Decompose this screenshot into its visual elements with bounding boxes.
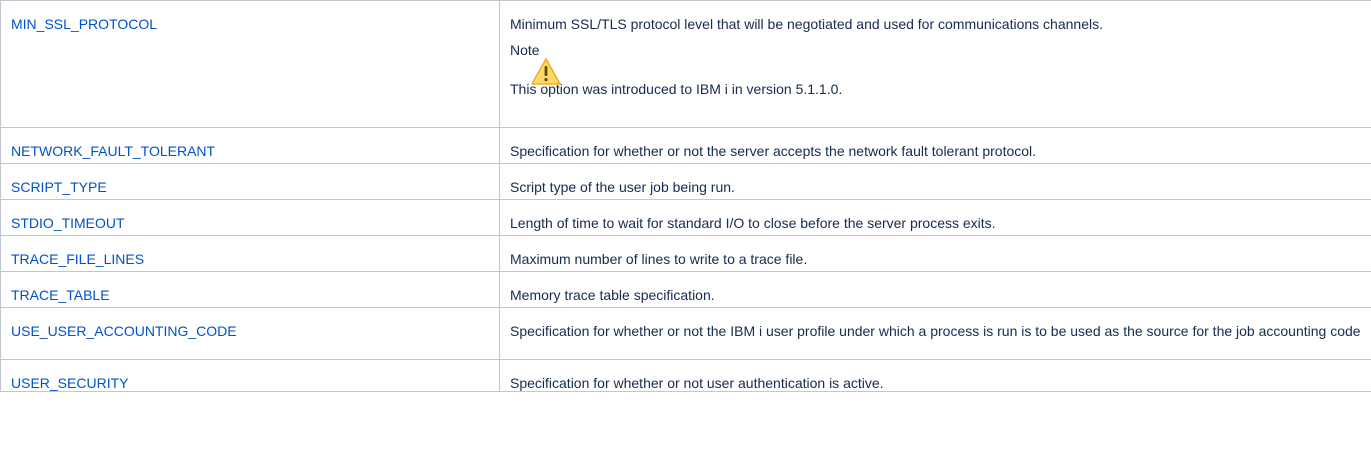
option-description: Specification for whether or not the ser…: [510, 143, 1037, 159]
option-link-network-fault-tolerant[interactable]: NETWORK_FAULT_TOLERANT: [11, 143, 215, 159]
table-row: SCRIPT_TYPE Script type of the user job …: [0, 163, 1371, 200]
option-name-cell: MIN_SSL_PROTOCOL: [0, 0, 500, 128]
option-description-cell: Specification for whether or not user au…: [499, 359, 1371, 392]
note-body: This option was introduced to IBM i in v…: [510, 81, 843, 97]
option-link-min-ssl-protocol[interactable]: MIN_SSL_PROTOCOL: [11, 16, 157, 32]
options-table: MIN_SSL_PROTOCOL Minimum SSL/TLS protoco…: [0, 0, 1371, 392]
option-description: Maximum number of lines to write to a tr…: [510, 251, 808, 267]
table-row: MIN_SSL_PROTOCOL Minimum SSL/TLS protoco…: [0, 0, 1371, 128]
option-description-cell: Specification for whether or not the ser…: [499, 127, 1371, 164]
option-name-cell: STDIO_TIMEOUT: [0, 199, 500, 236]
option-name-cell: TRACE_FILE_LINES: [0, 235, 500, 272]
note-title: Note: [510, 42, 540, 58]
option-name-cell: USER_SECURITY: [0, 359, 500, 392]
table-row: STDIO_TIMEOUT Length of time to wait for…: [0, 199, 1371, 236]
option-link-user-security[interactable]: USER_SECURITY: [11, 375, 128, 391]
table-row: USE_USER_ACCOUNTING_CODE Specification f…: [0, 307, 1371, 360]
option-name-cell: USE_USER_ACCOUNTING_CODE: [0, 307, 500, 360]
option-description-cell: Memory trace table specification.: [499, 271, 1371, 308]
note-panel: Note This option was introduced to IBM i…: [510, 42, 1370, 97]
option-link-script-type[interactable]: SCRIPT_TYPE: [11, 179, 107, 195]
option-description-cell: Script type of the user job being run.: [499, 163, 1371, 200]
option-description-cell: Specification for whether or not the IBM…: [499, 307, 1371, 360]
option-description: Specification for whether or not the IBM…: [510, 323, 1361, 339]
option-description: Script type of the user job being run.: [510, 179, 735, 195]
table-row: USER_SECURITY Specification for whether …: [0, 359, 1371, 392]
option-name-cell: NETWORK_FAULT_TOLERANT: [0, 127, 500, 164]
option-description-cell: Maximum number of lines to write to a tr…: [499, 235, 1371, 272]
option-description-cell: Minimum SSL/TLS protocol level that will…: [499, 0, 1371, 128]
table-row: TRACE_TABLE Memory trace table specifica…: [0, 271, 1371, 308]
option-link-trace-file-lines[interactable]: TRACE_FILE_LINES: [11, 251, 144, 267]
option-description-cell: Length of time to wait for standard I/O …: [499, 199, 1371, 236]
option-link-use-user-accounting-code[interactable]: USE_USER_ACCOUNTING_CODE: [11, 323, 237, 339]
option-description: Specification for whether or not user au…: [510, 375, 884, 391]
table-row: NETWORK_FAULT_TOLERANT Specification for…: [0, 127, 1371, 164]
option-description: Memory trace table specification.: [510, 287, 715, 303]
option-name-cell: SCRIPT_TYPE: [0, 163, 500, 200]
table-row: TRACE_FILE_LINES Maximum number of lines…: [0, 235, 1371, 272]
option-description: Minimum SSL/TLS protocol level that will…: [510, 16, 1103, 32]
option-name-cell: TRACE_TABLE: [0, 271, 500, 308]
option-link-stdio-timeout[interactable]: STDIO_TIMEOUT: [11, 215, 125, 231]
option-link-trace-table[interactable]: TRACE_TABLE: [11, 287, 110, 303]
option-description: Length of time to wait for standard I/O …: [510, 215, 996, 231]
